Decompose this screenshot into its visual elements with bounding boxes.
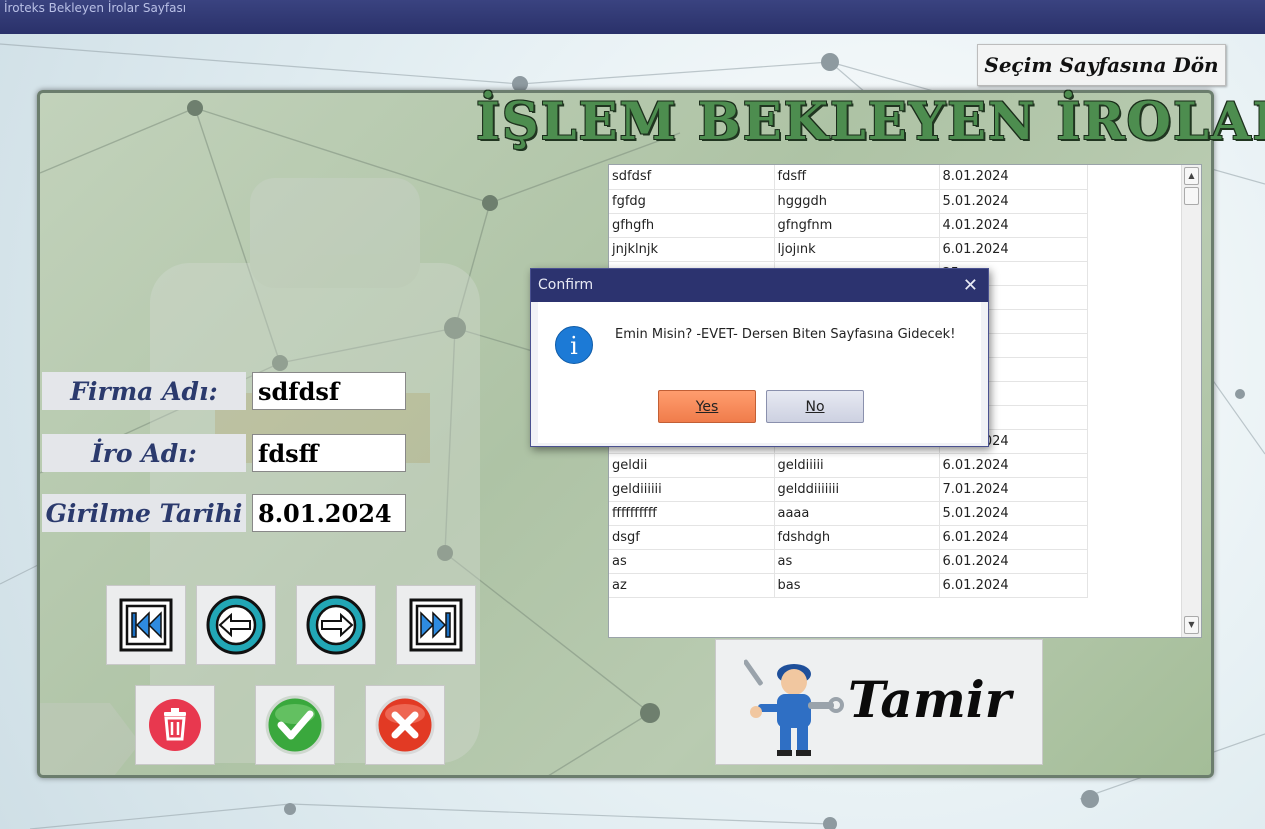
first-record-button[interactable]	[106, 585, 186, 665]
yes-label: Yes	[695, 398, 719, 415]
table-cell: 6.01.2024	[939, 237, 1088, 262]
table-row[interactable]: fgfdg hgggdh 5.01.2024	[609, 189, 1088, 214]
table-row[interactable]: geldii geldiiiii 6.01.2024	[609, 453, 1088, 478]
table-cell: ffffffffff	[609, 501, 775, 526]
next-record-button[interactable]	[296, 585, 376, 665]
window-titlebar: İroteks Bekleyen İrolar Sayfası	[0, 0, 1265, 34]
previous-record-icon	[206, 595, 266, 655]
repair-button[interactable]: Tamir	[715, 639, 1043, 765]
table-cell: gfhgfh	[609, 213, 775, 238]
dialog-message: Emin Misin? -EVET- Dersen Biten Sayfasın…	[615, 327, 956, 342]
iro-field[interactable]: fdsff	[252, 434, 406, 472]
vertical-scrollbar[interactable]: ▲ ▼	[1181, 165, 1201, 637]
table-cell: as	[609, 549, 775, 574]
table-cell: jnjklnjk	[609, 237, 775, 262]
table-cell: sdfdsf	[609, 165, 775, 190]
table-cell: geldiiiiii	[609, 477, 775, 502]
table-row[interactable]: gfhgfh gfngfnm 4.01.2024	[609, 213, 1088, 238]
no-button[interactable]: No	[766, 390, 864, 423]
table-row[interactable]: as as 6.01.2024	[609, 549, 1088, 574]
table-cell: 6.01.2024	[939, 573, 1088, 598]
delete-icon	[149, 699, 201, 751]
table-cell: 6.01.2024	[939, 525, 1088, 550]
confirm-check-icon	[265, 695, 325, 755]
page-heading: İŞLEM BEKLEYEN İROLAR	[476, 92, 1265, 152]
yes-button[interactable]: Yes	[658, 390, 756, 423]
table-row[interactable]: geldiiiiii gelddiiiiiii 7.01.2024	[609, 477, 1088, 502]
table-cell: fgfdg	[609, 189, 775, 214]
next-record-icon	[306, 595, 366, 655]
tarih-field[interactable]: 8.01.2024	[252, 494, 406, 532]
info-icon: i	[555, 326, 593, 364]
table-row[interactable]: sdfdsf fdsff 8.01.2024	[609, 165, 1088, 190]
scroll-down-icon[interactable]: ▼	[1184, 616, 1199, 634]
confirm-dialog: Confirm ✕ i Emin Misin? -EVET- Dersen Bi…	[530, 268, 989, 447]
table-row[interactable]: jnjklnjk ljojınk 6.01.2024	[609, 237, 1088, 262]
table-cell: ljojınk	[774, 237, 940, 262]
table-cell: fdshdgh	[774, 525, 940, 550]
table-cell: bas	[774, 573, 940, 598]
table-row[interactable]: dsgf fdshdgh 6.01.2024	[609, 525, 1088, 550]
firma-label: Firma Adı:	[42, 372, 246, 410]
table-cell: 7.01.2024	[939, 477, 1088, 502]
iro-label: İro Adı:	[42, 434, 246, 472]
scroll-thumb[interactable]	[1184, 187, 1199, 205]
no-label: No	[805, 398, 825, 415]
table-cell: gelddiiiiiii	[774, 477, 940, 502]
dialog-titlebar: Confirm ✕	[531, 269, 988, 302]
scroll-up-icon[interactable]: ▲	[1184, 167, 1199, 185]
table-cell: 8.01.2024	[939, 165, 1088, 190]
table-cell: 6.01.2024	[939, 549, 1088, 574]
last-record-button[interactable]	[396, 585, 476, 665]
table-cell: 4.01.2024	[939, 213, 1088, 238]
table-cell: 5.01.2024	[939, 189, 1088, 214]
cancel-x-icon	[375, 695, 435, 755]
table-row[interactable]: az bas 6.01.2024	[609, 573, 1088, 598]
dialog-body: i Emin Misin? -EVET- Dersen Biten Sayfas…	[538, 302, 981, 443]
tarih-label: Girilme Tarihi	[42, 494, 246, 532]
firma-field[interactable]: sdfdsf	[252, 372, 406, 410]
confirm-button[interactable]	[255, 685, 335, 765]
table-cell: as	[774, 549, 940, 574]
last-record-icon	[409, 598, 463, 652]
table-cell: fdsff	[774, 165, 940, 190]
window-title: İroteks Bekleyen İrolar Sayfası	[4, 1, 187, 15]
table-cell: 6.01.2024	[939, 453, 1088, 478]
table-cell: geldiiiii	[774, 453, 940, 478]
table-cell: 5.01.2024	[939, 501, 1088, 526]
table-cell: geldii	[609, 453, 775, 478]
table-cell: aaaa	[774, 501, 940, 526]
repair-label: Tamir	[848, 670, 1012, 729]
cancel-button[interactable]	[365, 685, 445, 765]
previous-record-button[interactable]	[196, 585, 276, 665]
table-cell: hgggdh	[774, 189, 940, 214]
delete-button[interactable]	[135, 685, 215, 765]
back-to-selection-button[interactable]: Seçim Sayfasına Dön	[977, 44, 1226, 86]
first-record-icon	[119, 598, 173, 652]
dialog-title: Confirm	[538, 277, 594, 293]
table-row[interactable]: ffffffffff aaaa 5.01.2024	[609, 501, 1088, 526]
table-cell: az	[609, 573, 775, 598]
close-icon[interactable]: ✕	[963, 269, 978, 302]
table-cell: gfngfnm	[774, 213, 940, 238]
mechanic-icon	[744, 659, 844, 756]
table-cell: dsgf	[609, 525, 775, 550]
